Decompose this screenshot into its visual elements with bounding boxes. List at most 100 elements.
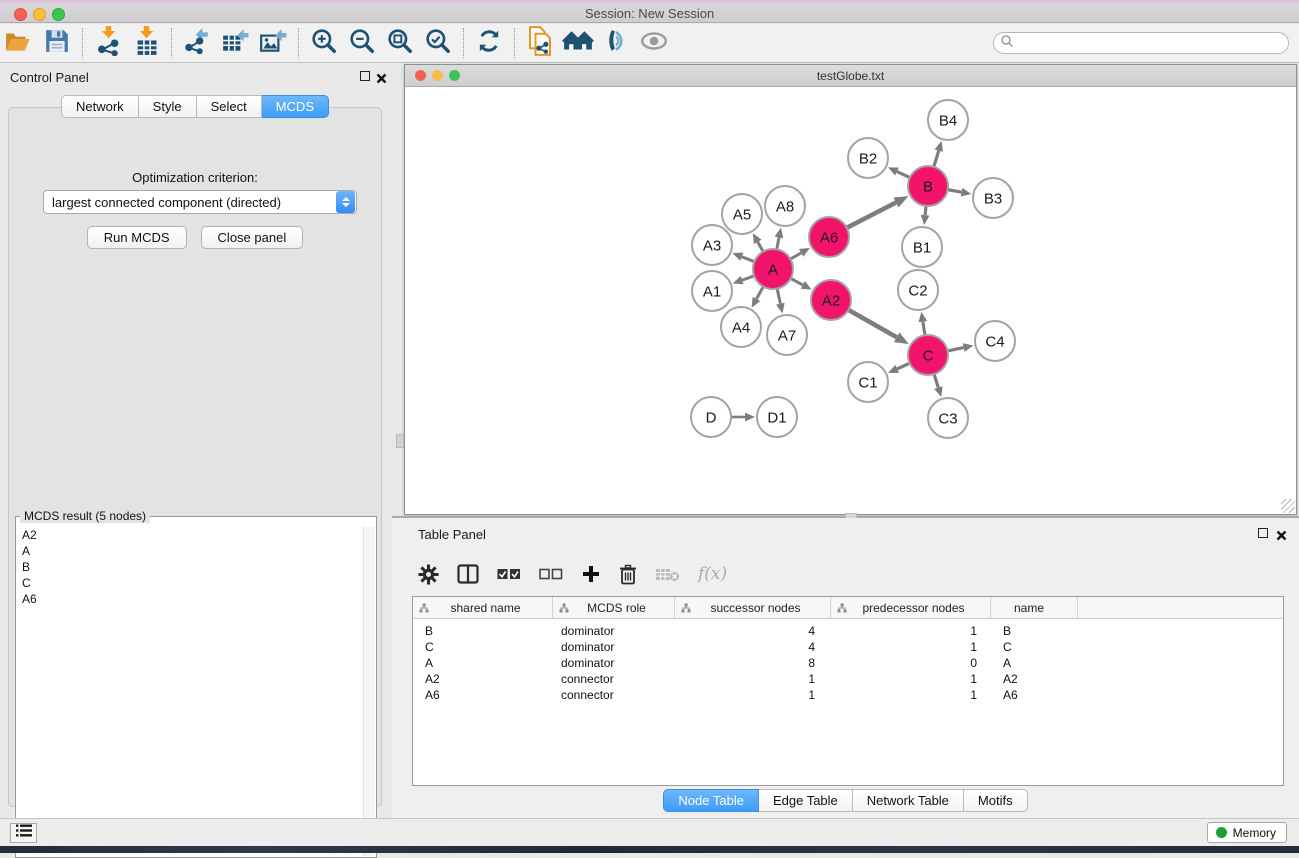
- edge-C-C1: [897, 363, 910, 369]
- select-all-icon[interactable]: [497, 568, 521, 580]
- tab-node-table[interactable]: Node Table: [663, 789, 759, 812]
- graph-node-A6[interactable]: A6: [809, 217, 849, 257]
- export-table-button[interactable]: [216, 26, 254, 60]
- toolbar-search[interactable]: [993, 32, 1289, 54]
- tab-select[interactable]: Select: [197, 95, 262, 118]
- column-header-successor-nodes[interactable]: successor nodes: [675, 597, 831, 618]
- edge-A-A5: [758, 242, 763, 252]
- column-header-predecessor-nodes[interactable]: predecessor nodes: [831, 597, 991, 618]
- criterion-select[interactable]: largest connected component (directed): [43, 190, 357, 214]
- column-header-MCDS-role[interactable]: MCDS role: [553, 597, 675, 618]
- zoom-selected-button[interactable]: [419, 26, 457, 60]
- network-from-clipboard-button[interactable]: [521, 26, 559, 60]
- edge-B-B3: [948, 190, 962, 193]
- home-button[interactable]: [559, 26, 597, 60]
- mcds-result-item[interactable]: A: [18, 543, 362, 559]
- open-file-button[interactable]: [0, 26, 38, 60]
- zoom-fit-button[interactable]: [381, 26, 419, 60]
- close-table-panel-icon[interactable]: [1276, 528, 1287, 539]
- graph-node-B2[interactable]: B2: [848, 138, 888, 178]
- graph-node-B1[interactable]: B1: [902, 227, 942, 267]
- tab-network[interactable]: Network: [61, 95, 139, 118]
- mcds-result-item[interactable]: C: [18, 575, 362, 591]
- tab-style[interactable]: Style: [139, 95, 197, 118]
- svg-text:A: A: [768, 261, 778, 278]
- table-row[interactable]: Bdominator41B: [413, 623, 1283, 639]
- table-row[interactable]: Adominator80A: [413, 655, 1283, 671]
- gear-icon[interactable]: [418, 564, 439, 585]
- graph-node-B[interactable]: B: [908, 166, 948, 206]
- close-panel-icon[interactable]: [376, 71, 387, 82]
- export-image-button[interactable]: [254, 26, 292, 60]
- column-layout-icon[interactable]: [457, 564, 479, 584]
- graph-node-A[interactable]: A: [753, 249, 793, 289]
- delete-column-icon[interactable]: [619, 564, 637, 585]
- table-row[interactable]: A6connector11A6: [413, 687, 1283, 703]
- graph-node-D[interactable]: D: [691, 397, 731, 437]
- mcds-result-item[interactable]: A6: [18, 591, 362, 607]
- tab-motifs[interactable]: Motifs: [964, 789, 1028, 812]
- style-button[interactable]: [597, 26, 635, 60]
- memory-button[interactable]: Memory: [1207, 822, 1287, 843]
- column-header-label: shared name: [429, 601, 552, 615]
- import-network-button[interactable]: [89, 26, 127, 60]
- arrowhead-icon: [894, 332, 909, 344]
- save-session-button[interactable]: [38, 26, 76, 60]
- table-row[interactable]: A2connector11A2: [413, 671, 1283, 687]
- task-history-button[interactable]: [10, 823, 37, 843]
- graph-node-C3[interactable]: C3: [928, 398, 968, 438]
- graph-node-A7[interactable]: A7: [767, 315, 807, 355]
- float-table-panel-icon[interactable]: [1258, 528, 1268, 538]
- mcds-result-item[interactable]: B: [18, 559, 362, 575]
- graph-node-C4[interactable]: C4: [975, 321, 1015, 361]
- graph-node-B3[interactable]: B3: [973, 178, 1013, 218]
- graph-node-A3[interactable]: A3: [692, 225, 732, 265]
- refresh-button[interactable]: [470, 26, 508, 60]
- node-table[interactable]: shared nameMCDS rolesuccessor nodesprede…: [412, 596, 1284, 786]
- graph-node-A8[interactable]: A8: [765, 186, 805, 226]
- zoom-in-button[interactable]: [305, 26, 343, 60]
- tab-mcds[interactable]: MCDS: [262, 95, 329, 118]
- graph-node-B4[interactable]: B4: [928, 100, 968, 140]
- table-cell: 1: [831, 672, 991, 686]
- edge-A-A3: [742, 257, 755, 262]
- graph-node-C2[interactable]: C2: [898, 270, 938, 310]
- add-column-icon[interactable]: [581, 564, 601, 584]
- graph-node-C[interactable]: C: [908, 335, 948, 375]
- vertical-splitter-handle[interactable]: [396, 434, 404, 448]
- arrowhead-icon: [921, 215, 930, 225]
- graph-node-A5[interactable]: A5: [722, 194, 762, 234]
- zoom-out-button[interactable]: [343, 26, 381, 60]
- zoom-in-icon: [310, 27, 338, 60]
- svg-text:A1: A1: [703, 283, 721, 300]
- graph-node-C1[interactable]: C1: [848, 362, 888, 402]
- column-header-shared-name[interactable]: shared name: [413, 597, 553, 618]
- mcds-result-scrollbar[interactable]: [363, 527, 375, 856]
- tab-edge-table[interactable]: Edge Table: [759, 789, 853, 812]
- graph-node-A1[interactable]: A1: [692, 271, 732, 311]
- mcds-tab-card: NetworkStyleSelectMCDS Optimization crit…: [8, 107, 382, 807]
- run-mcds-button[interactable]: Run MCDS: [87, 226, 187, 249]
- window-resize-grip[interactable]: [1281, 499, 1295, 513]
- graph-node-A2[interactable]: A2: [811, 280, 851, 320]
- tab-network-table[interactable]: Network Table: [853, 789, 964, 812]
- import-table-button[interactable]: [127, 26, 165, 60]
- export-table-icon: [221, 27, 249, 60]
- close-panel-button[interactable]: Close panel: [201, 226, 304, 249]
- column-header-name[interactable]: name: [991, 597, 1078, 618]
- mcds-result-item[interactable]: A2: [18, 527, 362, 543]
- deselect-all-icon[interactable]: [539, 568, 563, 580]
- network-window-titlebar[interactable]: testGlobe.txt: [405, 65, 1296, 87]
- mcds-result-list[interactable]: A2ABCA6: [18, 527, 362, 855]
- search-input[interactable]: [1014, 34, 1288, 52]
- float-panel-icon[interactable]: [360, 71, 370, 81]
- arrowhead-icon: [893, 196, 908, 207]
- graph-node-A4[interactable]: A4: [721, 307, 761, 347]
- graph-node-D1[interactable]: D1: [757, 397, 797, 437]
- table-row[interactable]: Cdominator41C: [413, 639, 1283, 655]
- export-network-button[interactable]: [178, 26, 216, 60]
- hide-panel-button[interactable]: [635, 26, 673, 60]
- svg-text:C4: C4: [985, 333, 1004, 350]
- network-view-window: testGlobe.txt A A1 A3A5A8 A4A7 A6 A2 B B1 B2 B3B4…: [404, 64, 1297, 515]
- network-canvas[interactable]: A A1 A3A5A8 A4A7 A6 A2 B B1 B2 B3B4 C C1 C2 C3 C4 D D1: [406, 87, 1295, 513]
